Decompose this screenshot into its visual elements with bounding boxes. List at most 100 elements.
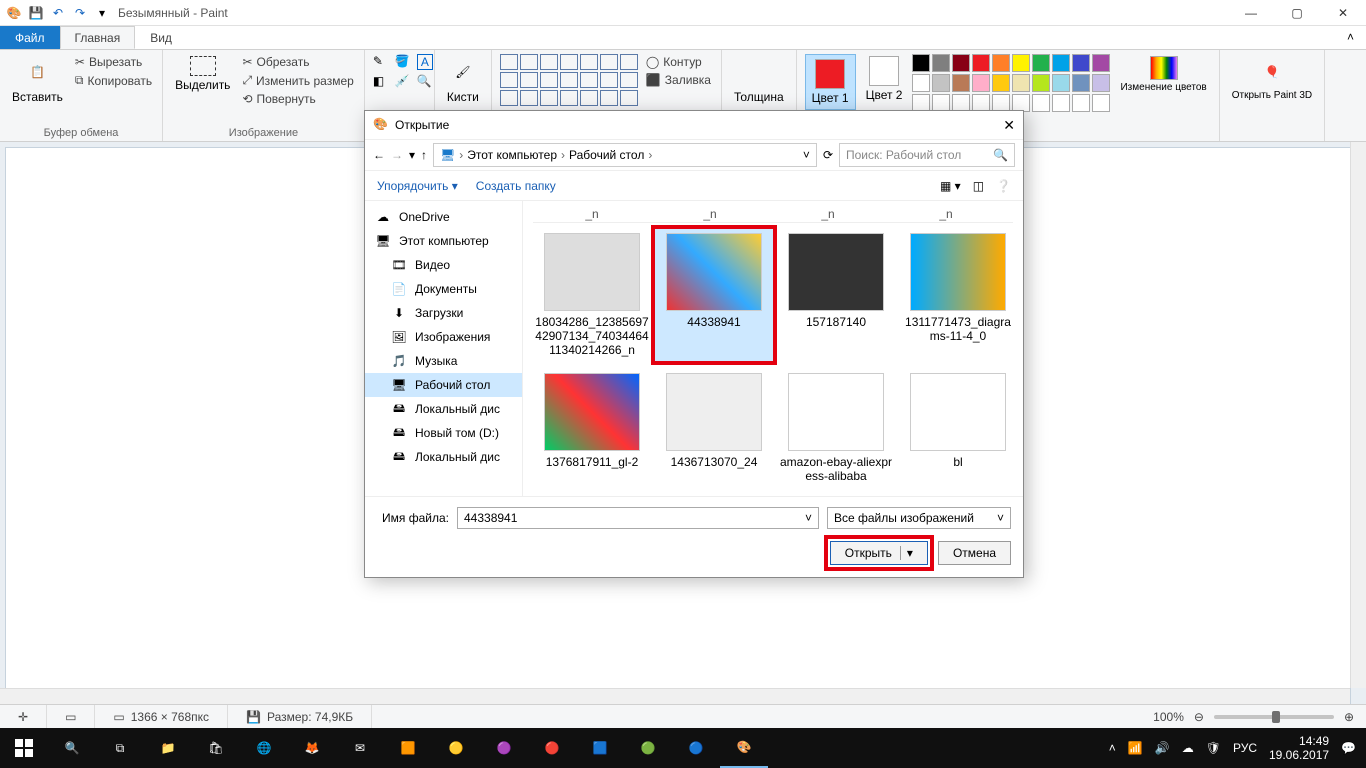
brushes-button[interactable]: 🖌 Кисти <box>443 54 483 106</box>
text-icon[interactable]: A <box>417 54 433 70</box>
paste-button[interactable]: 📋 Вставить <box>8 54 67 106</box>
redo-icon[interactable]: ↷ <box>72 5 88 21</box>
sidebar-item[interactable]: ⬇Загрузки <box>365 301 522 325</box>
sidebar-item[interactable]: 🖥Рабочий стол <box>365 373 522 397</box>
zoom-in-button[interactable]: ⊕ <box>1344 710 1354 724</box>
tray-onedrive-icon[interactable]: ☁ <box>1182 741 1194 755</box>
taskbar-app-icon[interactable]: 🟧 <box>384 728 432 768</box>
filename-input[interactable]: 44338941 ˅ <box>457 507 819 529</box>
file-tile[interactable]: 157187140 <box>777 229 895 361</box>
color2-button[interactable]: Цвет 2 <box>862 54 907 104</box>
color-swatch[interactable] <box>1032 94 1050 112</box>
taskbar-search-icon[interactable]: 🔍 <box>48 728 96 768</box>
qat-more-icon[interactable]: ▾ <box>94 5 110 21</box>
taskbar-mail-icon[interactable]: ✉ <box>336 728 384 768</box>
filename-dropdown-icon[interactable]: ˅ <box>805 511 812 525</box>
cut-button[interactable]: ✂Вырезать <box>73 54 154 70</box>
sidebar-item[interactable]: 🖥Этот компьютер <box>365 229 522 253</box>
ribbon-collapse-icon[interactable]: ˄ <box>1335 26 1366 49</box>
color-swatch[interactable] <box>932 74 950 92</box>
color-swatch[interactable] <box>1092 54 1110 72</box>
color-swatch[interactable] <box>1052 74 1070 92</box>
color-swatch[interactable] <box>952 74 970 92</box>
tray-overflow-icon[interactable]: ˄ <box>1109 741 1116 755</box>
eraser-icon[interactable]: ◧ <box>373 74 391 88</box>
breadcrumb-seg-0[interactable]: Этот компьютер <box>467 148 557 162</box>
preview-pane-button[interactable]: ◫ <box>973 179 984 193</box>
color-swatch[interactable] <box>912 54 930 72</box>
file-tile[interactable]: amazon-ebay-aliexpress-alibaba <box>777 369 895 487</box>
task-view-icon[interactable]: ⧉ <box>96 728 144 768</box>
taskbar-skype-icon[interactable]: 🔵 <box>672 728 720 768</box>
color-swatch[interactable] <box>1032 74 1050 92</box>
taskbar-vk-icon[interactable]: 🟦 <box>576 728 624 768</box>
color-swatch[interactable] <box>992 74 1010 92</box>
picker-icon[interactable]: 💉 <box>395 74 413 88</box>
nav-forward-button[interactable] <box>391 148 403 162</box>
search-input[interactable]: Поиск: Рабочий стол 🔍 <box>839 143 1015 167</box>
file-tile[interactable]: 1436713070_24 <box>655 369 773 487</box>
breadcrumb[interactable]: 🖥 Этот компьютер Рабочий стол ˅ <box>433 143 817 167</box>
zoom-icon[interactable]: 🔍 <box>417 74 435 88</box>
help-button[interactable]: ❔ <box>996 179 1011 193</box>
new-folder-button[interactable]: Создать папку <box>476 179 556 193</box>
tray-notifications-icon[interactable]: 💬 <box>1341 741 1356 755</box>
edit-colors-button[interactable]: Изменение цветов <box>1116 54 1210 95</box>
refresh-button[interactable]: ⟳ <box>823 148 833 162</box>
color-swatch[interactable] <box>1012 54 1030 72</box>
sidebar-item[interactable]: 📄Документы <box>365 277 522 301</box>
tray-clock[interactable]: 14:49 19.06.2017 <box>1269 734 1329 763</box>
color-swatch[interactable] <box>912 74 930 92</box>
tray-language[interactable]: РУС <box>1233 741 1257 755</box>
open-paint3d-button[interactable]: 🎈 Открыть Paint 3D <box>1228 54 1316 103</box>
file-tile[interactable]: 18034286_1238569742907134_74034464113402… <box>533 229 651 361</box>
taskbar-opera-icon[interactable]: 🔴 <box>528 728 576 768</box>
select-button[interactable]: Выделить <box>171 54 234 94</box>
sidebar-item[interactable]: 🖴Новый том (D:) <box>365 421 522 445</box>
rotate-button[interactable]: ⟲Повернуть <box>240 91 355 107</box>
tray-volume-icon[interactable]: 🔊 <box>1155 741 1170 755</box>
color-swatch[interactable] <box>992 54 1010 72</box>
close-button[interactable]: ✕ <box>1320 0 1366 26</box>
cancel-button[interactable]: Отмена <box>938 541 1011 565</box>
tray-network-icon[interactable]: 📶 <box>1128 741 1143 755</box>
open-split-caret[interactable]: ▾ <box>900 546 913 560</box>
tray-defender-icon[interactable]: 🛡 <box>1206 741 1221 755</box>
open-button[interactable]: Открыть ▾ <box>830 541 928 565</box>
color-swatch[interactable] <box>1072 54 1090 72</box>
color-swatch[interactable] <box>1092 94 1110 112</box>
sidebar-item[interactable]: 🖴Локальный дис <box>365 445 522 469</box>
taskbar-store-icon[interactable]: 🛍 <box>192 728 240 768</box>
sidebar-item[interactable]: 🎞Видео <box>365 253 522 277</box>
bucket-icon[interactable]: 🪣 <box>395 54 413 70</box>
organize-button[interactable]: Упорядочить ▾ <box>377 179 458 193</box>
sidebar-item[interactable]: ☁OneDrive <box>365 205 522 229</box>
color-swatch[interactable] <box>1092 74 1110 92</box>
thickness-button[interactable]: Толщина <box>730 54 788 106</box>
nav-history-button[interactable]: ▾ <box>409 148 415 162</box>
filetype-filter[interactable]: Все файлы изображений ˅ <box>827 507 1011 529</box>
nav-up-button[interactable] <box>421 148 427 162</box>
save-icon[interactable]: 💾 <box>28 5 44 21</box>
color-swatch[interactable] <box>932 54 950 72</box>
resize-button[interactable]: ⤢Изменить размер <box>240 72 355 89</box>
file-tile[interactable]: 1376817911_gl-2 <box>533 369 651 487</box>
color-swatch[interactable] <box>1052 94 1070 112</box>
color1-button[interactable]: Цвет 1 <box>805 54 856 110</box>
dialog-close-button[interactable]: ✕ <box>1003 117 1015 134</box>
copy-button[interactable]: ⧉Копировать <box>73 72 154 89</box>
outline-button[interactable]: ◯Контур <box>644 54 713 70</box>
color-swatch[interactable] <box>972 74 990 92</box>
taskbar-paint-icon[interactable]: 🎨 <box>720 728 768 768</box>
taskbar-explorer-icon[interactable]: 📁 <box>144 728 192 768</box>
file-tile[interactable]: bl <box>899 369 1017 487</box>
sidebar-item[interactable]: 🖼Изображения <box>365 325 522 349</box>
color-swatch[interactable] <box>1032 54 1050 72</box>
fill-button[interactable]: ⬛Заливка <box>644 72 713 88</box>
file-tile[interactable]: 44338941 <box>655 229 773 361</box>
color-swatch[interactable] <box>1012 74 1030 92</box>
start-button[interactable] <box>0 728 48 768</box>
taskbar-utorrent-icon[interactable]: 🟢 <box>624 728 672 768</box>
color-swatch[interactable] <box>1072 94 1090 112</box>
tab-file[interactable]: Файл <box>0 26 60 49</box>
